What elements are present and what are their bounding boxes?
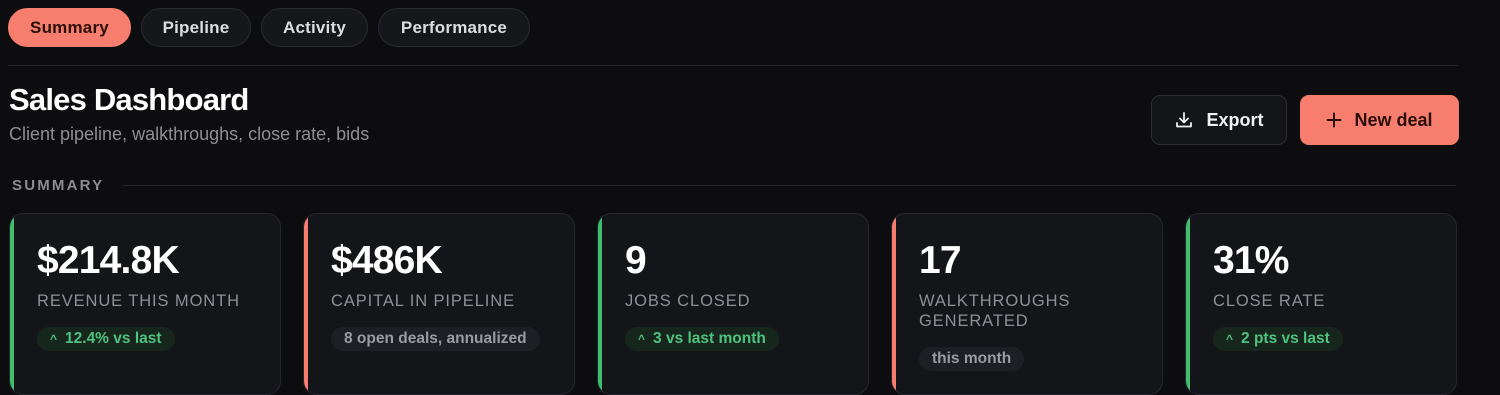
- tab-summary[interactable]: Summary: [8, 8, 131, 47]
- export-label: Export: [1206, 109, 1264, 130]
- kpi-value: $486K: [331, 239, 443, 282]
- kpi-card-row: $214.8K REVENUE THIS MONTH ^ 12.4% vs la…: [9, 213, 1457, 395]
- badge-text: 12.4% vs last: [65, 330, 162, 347]
- kpi-value: 31%: [1213, 239, 1289, 282]
- section-label: SUMMARY: [12, 177, 105, 194]
- header-divider: [8, 65, 1458, 66]
- card-accent-bar: [892, 214, 896, 394]
- kpi-label: REVENUE THIS MONTH: [37, 292, 240, 310]
- kpi-value: 9: [625, 239, 647, 282]
- new-deal-label: New deal: [1354, 109, 1433, 130]
- kpi-card-jobs-closed: 9 JOBS CLOSED ^ 3 vs last month: [597, 213, 869, 395]
- kpi-label: WALKTHROUGHS GENERATED: [919, 292, 1071, 330]
- download-icon: [1174, 110, 1194, 130]
- info-badge: this month: [919, 347, 1025, 371]
- badge-text: 2 pts vs last: [1241, 330, 1330, 347]
- tab-activity[interactable]: Activity: [261, 8, 368, 47]
- tab-pipeline[interactable]: Pipeline: [141, 8, 251, 47]
- export-button[interactable]: Export: [1151, 95, 1287, 145]
- caret-up-icon: ^: [1226, 332, 1234, 346]
- kpi-value: $214.8K: [37, 239, 180, 282]
- page-subtitle: Client pipeline, walkthroughs, close rat…: [9, 124, 370, 144]
- info-badge: 8 open deals, annualized: [331, 327, 540, 351]
- new-deal-button[interactable]: New deal: [1300, 95, 1459, 145]
- kpi-value: 17: [919, 239, 962, 282]
- kpi-card-pipeline: $486K CAPITAL IN PIPELINE 8 open deals, …: [303, 213, 575, 395]
- kpi-label: CLOSE RATE: [1213, 292, 1326, 310]
- page-title: Sales Dashboard: [9, 82, 249, 117]
- section-divider: [122, 185, 1456, 186]
- card-accent-bar: [10, 214, 14, 394]
- kpi-card-revenue: $214.8K REVENUE THIS MONTH ^ 12.4% vs la…: [9, 213, 281, 395]
- kpi-label: JOBS CLOSED: [625, 292, 751, 310]
- badge-text: 3 vs last month: [653, 330, 766, 347]
- card-accent-bar: [1186, 214, 1190, 394]
- caret-up-icon: ^: [50, 332, 58, 346]
- kpi-card-close-rate: 31% CLOSE RATE ^ 2 pts vs last: [1185, 213, 1457, 395]
- tab-performance[interactable]: Performance: [378, 8, 530, 47]
- kpi-card-walkthroughs: 17 WALKTHROUGHS GENERATED this month: [891, 213, 1163, 395]
- card-accent-bar: [304, 214, 308, 394]
- card-accent-bar: [598, 214, 602, 394]
- trend-badge: ^ 2 pts vs last: [1213, 327, 1343, 351]
- trend-badge: ^ 12.4% vs last: [37, 327, 175, 351]
- plus-icon: [1326, 112, 1342, 128]
- tab-bar: Summary Pipeline Activity Performance: [8, 8, 530, 47]
- caret-up-icon: ^: [638, 332, 646, 346]
- badge-text: 8 open deals, annualized: [344, 330, 527, 347]
- kpi-label: CAPITAL IN PIPELINE: [331, 292, 515, 310]
- badge-text: this month: [932, 350, 1012, 367]
- trend-badge: ^ 3 vs last month: [625, 327, 779, 351]
